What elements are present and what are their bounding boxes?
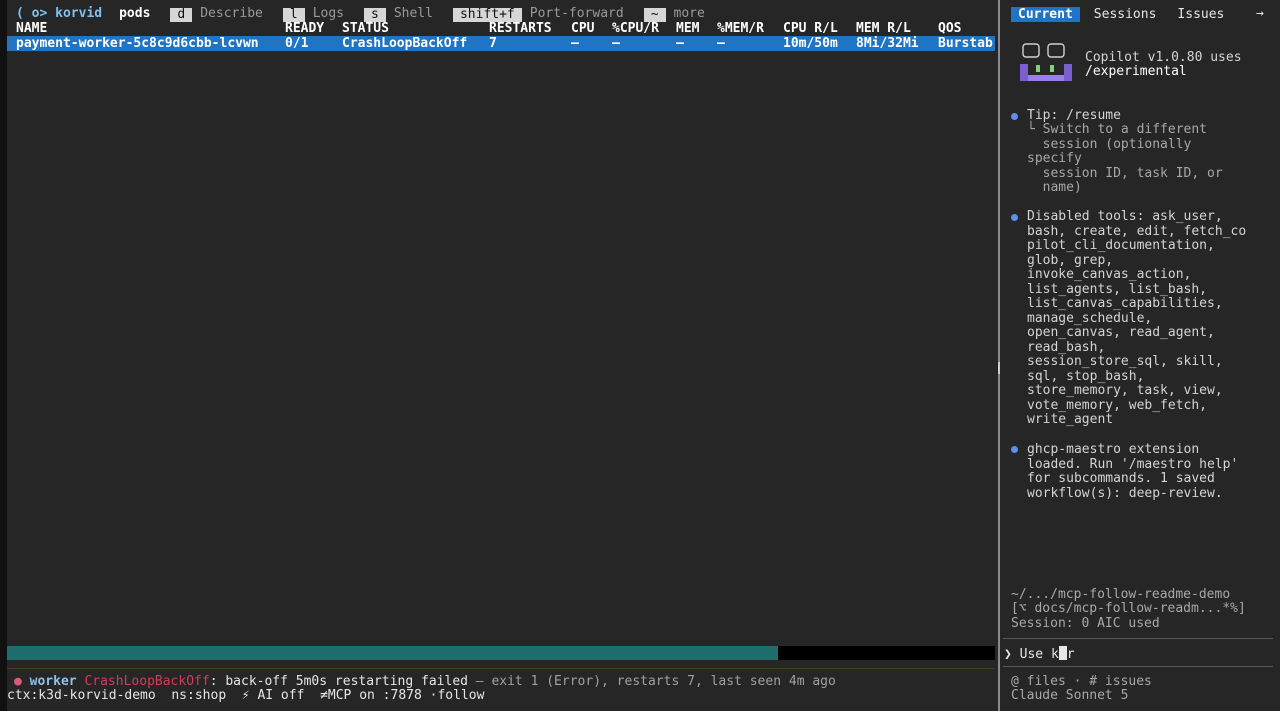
- cpu-cell: –: [571, 36, 579, 51]
- restarts-cell: 7: [489, 36, 497, 51]
- left-frame: [0, 0, 7, 711]
- col-mem-rl-header[interactable]: MEM R/L: [856, 21, 911, 37]
- col-mem-header[interactable]: MEM: [676, 21, 699, 37]
- session-usage: Session: 0 AIC used: [1011, 616, 1160, 631]
- disabled-tools-line: manage_schedule,: [1027, 310, 1153, 326]
- copilot-pane: Current Sessions Issues → Copilot v1.0.8…: [1000, 0, 1280, 711]
- qos-cell: Burstab: [938, 37, 993, 51]
- cpu-r-cell: –: [612, 36, 620, 51]
- col-ready-header[interactable]: READY: [285, 21, 324, 37]
- alert-dot-icon: ●: [14, 674, 22, 689]
- col-status-header[interactable]: STATUS: [342, 21, 389, 37]
- extension-line: loaded. Run '/maestro help': [1027, 456, 1239, 472]
- extension-line: for subcommands. 1 saved: [1027, 471, 1215, 486]
- extension-line: workflow(s): deep-review.: [1027, 485, 1223, 501]
- col-qos-header[interactable]: QOS: [938, 21, 961, 37]
- tab-sessions[interactable]: Sessions: [1087, 7, 1164, 22]
- more-key[interactable]: ~: [643, 7, 666, 22]
- col-restarts-header[interactable]: RESTARTS: [489, 21, 552, 37]
- status-bar: ctx:k3d-korvid-demo ns:shop ⚡ AI off ≠MC…: [7, 688, 485, 703]
- disabled-tools-line: invoke_canvas_action,: [1027, 267, 1192, 282]
- disabled-tools-line: open_canvas, read_agent,: [1027, 325, 1215, 340]
- disabled-tools-line: list_canvas_capabilities,: [1027, 296, 1223, 311]
- tabs-next-arrow-icon[interactable]: →: [1256, 6, 1264, 22]
- copilot-logo-icon: [1020, 43, 1072, 81]
- col-mem-r-header[interactable]: %MEM/R: [717, 21, 764, 37]
- event-status: CrashLoopBackOff: [84, 674, 210, 689]
- divider: [7, 668, 995, 669]
- app-brand: ( o> korvid: [16, 6, 103, 22]
- cpu-rl-cell: 10m/50m: [783, 36, 838, 51]
- cluster-pane: [0, 0, 1000, 711]
- progress-fill: [7, 646, 778, 660]
- tip-line: └ Switch to a different: [1027, 122, 1208, 137]
- model-name[interactable]: Claude Sonnet 5: [1011, 688, 1128, 704]
- disabled-tools-line: glob, grep,: [1027, 252, 1114, 268]
- tip-line: specify: [1027, 151, 1082, 166]
- current-view-label: pods: [119, 6, 151, 22]
- disabled-tools-line: bash, create, edit, fetch_co: [1027, 223, 1247, 239]
- disabled-bullet-icon: [1011, 214, 1018, 221]
- shell-key[interactable]: s: [364, 7, 386, 22]
- ready-cell: 0/1: [285, 36, 309, 51]
- logs-key[interactable]: l: [282, 7, 305, 22]
- status-cell: CrashLoopBackOff: [342, 36, 468, 51]
- port-forward-action[interactable]: Port-forward: [530, 7, 624, 22]
- input-text-before: Use k: [1019, 647, 1059, 662]
- copilot-mode: /experimental: [1085, 64, 1187, 79]
- extension-line: ghcp-maestro extension: [1027, 442, 1200, 457]
- describe-key[interactable]: d: [170, 7, 193, 22]
- input-divider: [1003, 666, 1273, 667]
- logs-action[interactable]: Logs: [313, 7, 344, 22]
- col-cpu-header[interactable]: CPU: [571, 21, 594, 37]
- tip-line: name): [1027, 180, 1082, 195]
- shell-action[interactable]: Shell: [394, 7, 433, 22]
- tab-issues[interactable]: Issues: [1170, 7, 1231, 22]
- disabled-tools-line: write_agent: [1027, 412, 1114, 427]
- tab-current[interactable]: Current: [1011, 7, 1080, 22]
- col-cpu-rl-header[interactable]: CPU R/L: [783, 21, 838, 37]
- prompt-chevron-icon: ❯: [1004, 647, 1012, 662]
- tip-bullet-icon: [1011, 113, 1018, 120]
- event-text: : back-off 5m0s restarting failed: [209, 674, 468, 689]
- input-text-after: r: [1066, 647, 1075, 662]
- disabled-tools-line: read_bash,: [1027, 339, 1106, 355]
- copilot-tabs: Current Sessions Issues: [1011, 7, 1238, 22]
- disabled-tools-line: list_agents, list_bash,: [1027, 281, 1208, 297]
- mem-rl-cell: 8Mi/32Mi: [856, 36, 919, 51]
- disabled-tools-line: store_memory, task, view,: [1027, 383, 1223, 398]
- describe-action[interactable]: Describe: [200, 7, 263, 22]
- port-forward-key[interactable]: shift+f: [452, 7, 522, 22]
- mem-cell: –: [676, 36, 684, 51]
- col-name-header[interactable]: NAME: [16, 21, 47, 37]
- extension-bullet-icon: [1011, 446, 1018, 453]
- input-divider: [1003, 638, 1273, 639]
- git-branch: [⌥ docs/mcp-follow-readm...*%]: [1011, 601, 1246, 616]
- disabled-tools-line: vote_memory, web_fetch,: [1027, 397, 1208, 413]
- disabled-tools-line: pilot_cli_documentation,: [1027, 238, 1215, 253]
- event-detail: – exit 1 (Error), restarts 7, last seen …: [467, 674, 836, 689]
- more-action[interactable]: more: [674, 7, 705, 22]
- chat-input[interactable]: ❯ Use k r: [1004, 646, 1075, 663]
- disabled-tools-line: Disabled tools: ask_user,: [1027, 209, 1223, 224]
- menu-bar: ( o> korvid pods d Describe l Logs s She…: [16, 7, 705, 22]
- disabled-tools-line: sql, stop_bash,: [1027, 368, 1145, 384]
- event-source: worker: [29, 674, 77, 689]
- progress-bar: [7, 646, 995, 660]
- disabled-tools-line: session_store_sql, skill,: [1027, 354, 1223, 369]
- mem-r-cell: –: [717, 36, 725, 51]
- pod-name-cell: payment-worker-5c8c9d6cbb-lcvwn: [16, 36, 259, 51]
- col-cpu-r-header[interactable]: %CPU/R: [612, 21, 659, 37]
- text-cursor: [1058, 646, 1067, 660]
